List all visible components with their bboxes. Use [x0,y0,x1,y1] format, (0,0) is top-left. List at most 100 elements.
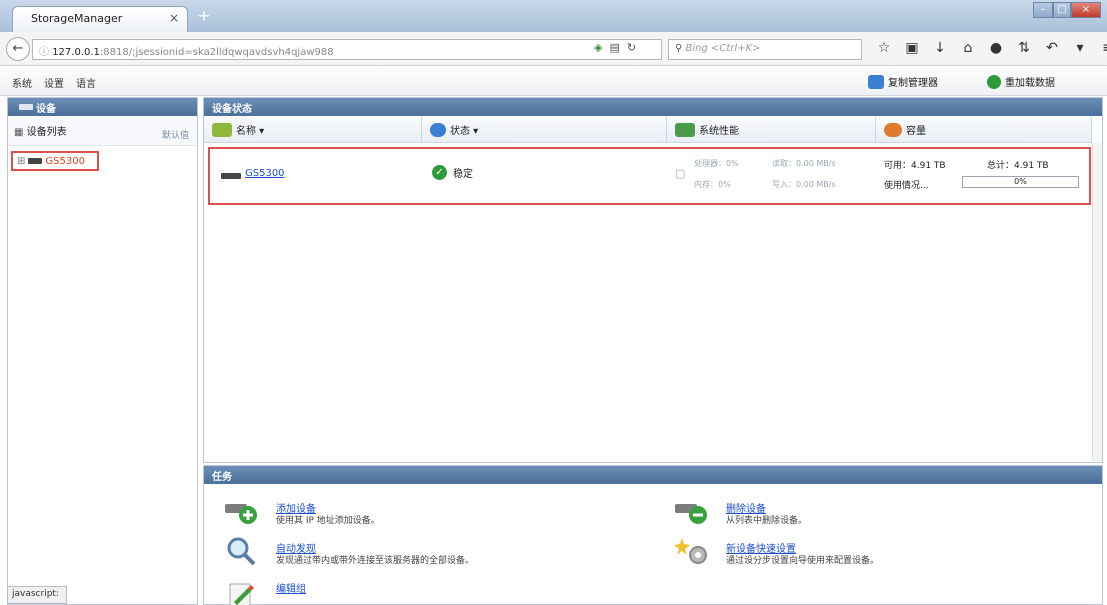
browser-navbar: ← ⓘ 127.0.0.1:8818/;jsessionid=ska2lldqw… [0,32,1107,66]
task-auto-discover-desc: 发现通过带内或带外连接至该服务器的全部设备。 [276,556,475,566]
menu-icon[interactable]: ≡ [1094,40,1107,56]
star-icon[interactable]: ☆ [870,40,898,56]
devices-panel: 设备 ▦ 设备列表 默认值 ⊞ GS5300 [7,97,198,605]
copy-manager-label: 复制管理器 [888,78,938,89]
usage-percent: 0% [1014,177,1027,186]
menu-language[interactable]: 语言 [76,75,96,90]
chat-icon[interactable]: ● [982,40,1010,56]
auto-discover-icon[interactable] [224,536,258,566]
column-status[interactable]: 状态 ▾ [422,117,667,143]
status-cell: ✓ 稳定 [432,165,473,180]
device-status-title: 设备状态 [212,103,252,115]
device-status-header: 设备状态 [204,98,1102,116]
device-icon [19,104,33,110]
minimize-button[interactable]: – [1033,2,1053,18]
device-list-icon: ▦ [14,127,27,138]
devices-panel-title: 设备 [36,103,56,115]
new-tab-button[interactable]: + [196,8,212,25]
device-icon [28,158,43,164]
back-button[interactable]: ← [6,37,30,61]
column-name[interactable]: 名称 ▾ [204,117,422,143]
task-panel-title: 任务 [212,471,232,483]
reload-data-label: 重加载数据 [1005,78,1055,89]
copy-manager-icon [868,74,884,89]
sync-icon[interactable]: ⇅ [1010,40,1038,56]
usage-progress-bar: 0% [962,176,1079,188]
download-icon[interactable]: ↓ [926,40,954,56]
task-panel-header: 任务 [204,466,1102,484]
task-add-device-desc: 使用其 IP 地址添加设备。 [276,516,380,526]
home-icon[interactable]: ⌂ [954,40,982,56]
copy-manager-button[interactable]: 复制管理器 [868,74,938,89]
table-row[interactable]: GS5300 ✓ 稳定 ▢ 处理器：0% 读取：0.00 MB/s 内存：0% … [208,147,1091,205]
menu-settings[interactable]: 设置 [44,75,64,90]
task-edit-group-title[interactable]: 编辑组 [276,580,306,595]
quick-setup-icon[interactable] [674,536,708,566]
task-quick-setup-desc: 通过设分步设置向导使用来配置设备。 [726,556,880,566]
browser-toolbar: ☆ ▣ ↓ ⌂ ● ⇅ ↶ ▾ ≡ [870,40,1107,56]
add-device-icon[interactable] [224,496,258,526]
cpu-usage: 处理器：0% [694,159,739,168]
reload-data-button[interactable]: 重加载数据 [987,74,1055,89]
read-speed: 读取：0.00 MB/s [772,159,836,168]
capacity-icon [884,122,902,137]
status-bar: javascript: [7,586,67,604]
reload-page-icon[interactable]: ↻ [627,41,643,54]
shield-icon[interactable]: ◈ [594,41,609,54]
url-action-icons: ◈▤↻ [594,41,643,54]
menu-system[interactable]: 系统 [12,75,32,90]
column-capacity[interactable]: 容量 [876,117,1092,143]
search-input[interactable]: ⚲ Bing <Ctrl+K> [668,39,862,60]
tab-title: StorageManager [31,12,123,25]
device-list-label: 设备列表 [26,127,67,138]
default-link[interactable]: 默认值 [162,128,189,141]
column-capacity-label: 容量 [906,126,926,137]
check-icon: ✓ [432,165,447,180]
url-path: :8818/;jsessionid=ska2lldqwqavdsvh4qjaw9… [99,47,334,58]
total-capacity: 总计：4.91 TB [987,161,1049,171]
task-panel: 任务 添加设备 使用其 IP 地址添加设备。 删除设备 从列表中删除设备。 自动… [203,465,1103,605]
window-controls: – □ × [1033,2,1101,18]
device-status-panel: 设备状态 名称 ▾ 状态 ▾ 系统性能 容量 GS5300 ✓ 稳定 ▢ 处理器… [203,97,1103,463]
maximize-button[interactable]: □ [1053,2,1071,18]
device-icon [221,173,241,179]
name-icon [212,122,232,137]
write-speed: 写入：0.00 MB/s [772,180,836,189]
bookmarks-icon[interactable]: ▣ [898,40,926,56]
column-status-label: 状态 ▾ [450,126,479,137]
window-close-button[interactable]: × [1071,2,1101,18]
expand-icon[interactable]: ⊞ [17,156,25,167]
device-list-row[interactable]: ▦ 设备列表 默认值 [8,116,197,146]
search-placeholder: Bing <Ctrl+K> [685,43,761,54]
performance-details-icon[interactable]: ▢ [675,167,685,180]
column-performance[interactable]: 系统性能 [667,117,876,143]
column-name-label: 名称 ▾ [236,126,265,137]
memory-usage: 内存：0% [694,180,731,189]
close-icon[interactable]: × [169,11,179,25]
edit-group-icon[interactable] [224,576,258,605]
tree-node-gs5300[interactable]: ⊞ GS5300 [11,151,99,171]
device-name-link[interactable]: GS5300 [245,168,285,179]
remove-device-icon[interactable] [674,496,708,526]
column-performance-label: 系统性能 [699,126,739,137]
status-icon [430,122,446,137]
vertical-scrollbar[interactable] [1092,143,1102,461]
devices-panel-header: 设备 [8,98,197,116]
reload-icon [987,74,1001,89]
info-icon[interactable]: ⓘ [39,47,52,58]
task-remove-device-desc: 从列表中删除设备。 [726,516,808,526]
browser-titlebar: StorageManager × + – □ × [0,0,1107,32]
reader-icon[interactable]: ▤ [609,41,626,54]
performance-icon [675,122,695,137]
available-capacity: 可用：4.91 TB [884,161,946,171]
browser-tab[interactable]: StorageManager × [12,6,188,32]
undo-icon[interactable]: ↶ [1038,40,1066,56]
usage-label: 使用情况... [884,181,929,191]
status-text: 稳定 [453,169,473,180]
more-icon[interactable]: ▾ [1066,40,1094,56]
app-menubar: 系统 设置 语言 复制管理器 重加载数据 [0,67,1107,96]
tree-node-label: GS5300 [45,155,85,167]
search-icon: ⚲ [675,43,686,54]
url-host: 127.0.0.1 [52,47,100,58]
address-bar[interactable]: ⓘ 127.0.0.1:8818/;jsessionid=ska2lldqwqa… [32,39,662,60]
